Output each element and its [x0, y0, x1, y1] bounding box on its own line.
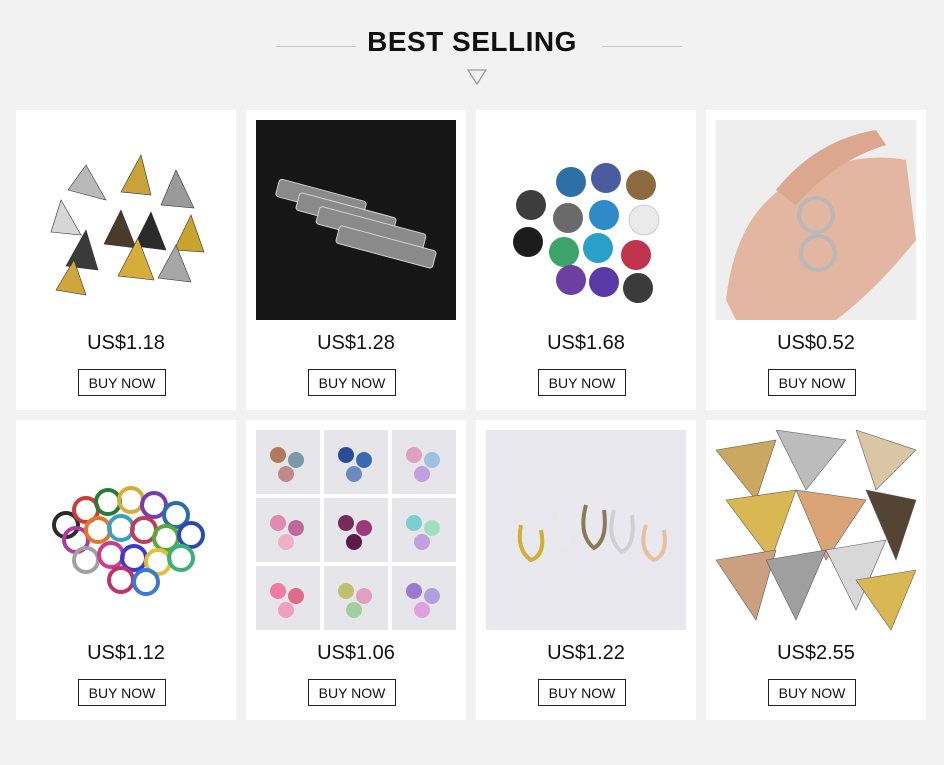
buy-now-button[interactable]: BUY NOW [78, 679, 166, 706]
product-image-filigree-caps[interactable] [26, 120, 226, 320]
buy-now-button[interactable]: BUY NOW [768, 679, 856, 706]
product-price: US$0.52 [777, 332, 855, 354]
product-image-swivel-clasps[interactable] [486, 430, 686, 630]
buy-now-button[interactable]: BUY NOW [538, 369, 626, 396]
buy-now-button[interactable]: BUY NOW [538, 679, 626, 706]
product-card[interactable]: US$1.22 BUY NOW [476, 420, 696, 720]
header-divider-right [602, 46, 682, 47]
product-image-cabochons[interactable] [486, 120, 686, 320]
product-price: US$1.68 [547, 332, 625, 354]
section-title: BEST SELLING [367, 26, 577, 57]
product-image-pearl-beads[interactable] [256, 430, 456, 630]
product-price: US$1.12 [87, 642, 165, 664]
buy-now-button[interactable]: BUY NOW [308, 679, 396, 706]
product-card[interactable]: US$1.28 BUY NOW [246, 110, 466, 410]
buy-now-button[interactable]: BUY NOW [768, 369, 856, 396]
product-price: US$1.22 [547, 642, 625, 664]
product-card[interactable]: US$1.18 BUY NOW [16, 110, 236, 410]
product-price: US$2.55 [777, 642, 855, 664]
product-price: US$1.28 [317, 332, 395, 354]
product-card[interactable]: US$0.52 BUY NOW [706, 110, 926, 410]
buy-now-button[interactable]: BUY NOW [78, 369, 166, 396]
product-image-jump-rings[interactable] [26, 430, 226, 630]
down-triangle-icon [466, 69, 488, 86]
product-image-split-rings[interactable] [716, 120, 916, 320]
product-price: US$1.18 [87, 332, 165, 354]
buy-now-button[interactable]: BUY NOW [308, 369, 396, 396]
product-image-filigree-cones[interactable] [716, 430, 916, 630]
product-image-hair-clips[interactable] [256, 120, 456, 320]
section-header: BEST SELLING [0, 0, 944, 100]
product-price: US$1.06 [317, 642, 395, 664]
product-card[interactable]: US$1.06 BUY NOW [246, 420, 466, 720]
product-card[interactable]: US$1.68 BUY NOW [476, 110, 696, 410]
product-card[interactable]: US$2.55 BUY NOW [706, 420, 926, 720]
product-card[interactable]: US$1.12 BUY NOW [16, 420, 236, 720]
